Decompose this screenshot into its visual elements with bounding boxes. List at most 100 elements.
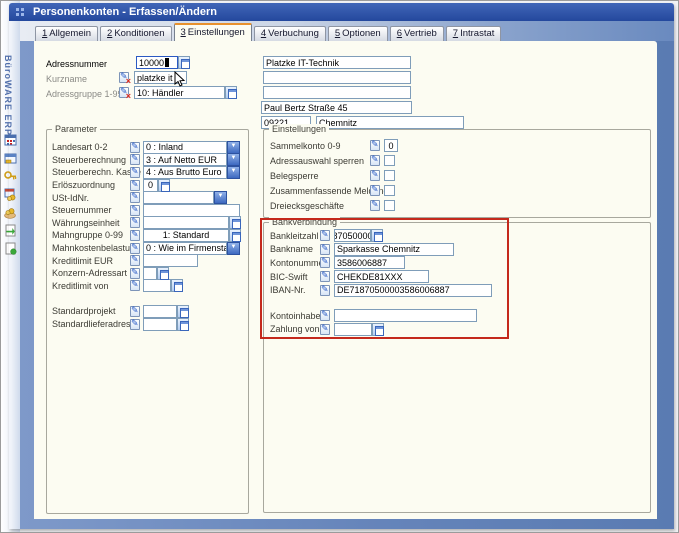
field-edit-icon[interactable] (130, 280, 140, 291)
lookup-button[interactable] (372, 323, 384, 336)
bic-swift-field[interactable]: CHEKDE81XXX (334, 270, 429, 283)
erloeszuordnung-field[interactable]: 0 (143, 179, 170, 192)
konzern-adressart-field[interactable] (143, 267, 169, 280)
dropdown-arrow-icon[interactable] (227, 141, 240, 154)
form-row: Steuerberechnung3 : Auf Netto EUR (47, 154, 248, 167)
field-edit-icon[interactable] (320, 230, 330, 241)
tab-verbuchung[interactable]: 4Verbuchung (254, 26, 326, 41)
tab-vertrieb[interactable]: 6Vertrieb (390, 26, 444, 41)
window-frame: 1Allgemein 2Konditionen 3Einstellungen 4… (20, 21, 674, 529)
field-edit-icon[interactable] (320, 271, 330, 282)
bankname-field[interactable]: Sparkasse Chemnitz (334, 243, 454, 256)
field-edit-icon[interactable] (130, 306, 140, 317)
form-row: Steuerberechn. Kasse4 : Aus Brutto Euro (47, 166, 248, 179)
field-edit-icon[interactable] (370, 155, 380, 166)
steuernummer-field[interactable] (143, 204, 240, 217)
steuerberechnung-dropdown[interactable]: 3 : Auf Netto EUR (143, 153, 240, 166)
sammelkonto-field[interactable]: 0 (384, 139, 398, 152)
zahlung-von-field[interactable] (334, 323, 384, 336)
form-row: Kreditlimit EUR (47, 254, 248, 267)
kreditlimit-eur-field[interactable] (143, 254, 198, 267)
form-row: USt-IdNr. (47, 191, 248, 204)
kreditlimit-von-field[interactable] (143, 279, 183, 292)
form-row: Kontoinhaber (264, 309, 650, 323)
tab-einstellungen[interactable]: 3Einstellungen (174, 23, 252, 41)
kurzname-clear-icon[interactable] (119, 72, 129, 83)
bankleitzahl-field[interactable]: 87050000 (334, 229, 383, 242)
field-edit-icon[interactable] (320, 310, 330, 321)
belegsperre-checkbox[interactable] (384, 170, 395, 181)
adressgruppe-lookup-button[interactable] (225, 86, 237, 99)
adressnummer-lookup-button[interactable] (178, 56, 190, 69)
field-edit-icon[interactable] (320, 244, 330, 255)
field-edit-icon[interactable] (370, 170, 380, 181)
city-field[interactable]: Chemnitz (316, 116, 464, 129)
tab-optionen[interactable]: 5Optionen (328, 26, 388, 41)
standardprojekt-field[interactable] (143, 305, 189, 318)
field-edit-icon[interactable] (130, 230, 140, 241)
field-edit-icon[interactable] (130, 142, 140, 153)
adressgruppe-clear-icon[interactable] (119, 87, 129, 98)
tab-konditionen[interactable]: 2Konditionen (100, 26, 171, 41)
form-row: Mahngruppe 0-991: Standard (47, 229, 248, 242)
dropdown-arrow-icon[interactable] (227, 153, 240, 166)
field-edit-icon[interactable] (320, 257, 330, 268)
form-row: Zahlung von (264, 323, 650, 337)
lookup-button[interactable] (177, 305, 189, 318)
name3-field[interactable] (263, 86, 411, 99)
lookup-button[interactable] (371, 229, 383, 242)
adressnummer-field[interactable]: 10000 (136, 56, 190, 69)
kontonummer-field[interactable]: 3586006887 (334, 256, 405, 269)
street-field[interactable]: Paul Bertz Straße 45 (261, 101, 412, 114)
lookup-button[interactable] (177, 318, 189, 331)
standardlieferadresse-field[interactable] (143, 318, 189, 331)
ust-idnr-dropdown[interactable] (143, 191, 227, 204)
mahnkostenbelastung-dropdown[interactable]: 0 : Wie im Firmenstamm eing (143, 242, 240, 255)
form-row: Zusammenfassende Meldung (264, 183, 650, 198)
field-edit-icon[interactable] (130, 205, 140, 216)
lookup-button[interactable] (229, 216, 241, 229)
field-edit-icon[interactable] (130, 180, 140, 191)
name1-field[interactable]: Platzke IT-Technik (263, 56, 411, 69)
kontoinhaber-field[interactable] (334, 309, 477, 322)
form-row: Konzern-Adressart (47, 267, 248, 280)
steuerberechn-kasse-dropdown[interactable]: 4 : Aus Brutto Euro (143, 166, 240, 179)
field-edit-icon[interactable] (370, 140, 380, 151)
kurzname-field[interactable]: platzke it (134, 71, 187, 84)
field-edit-icon[interactable] (130, 192, 140, 203)
adressauswahl-sperren-checkbox[interactable] (384, 155, 395, 166)
application-screen: BüroWARE ERP Personenkonten - Erfassen/Ä… (0, 0, 679, 533)
text-cursor (165, 58, 169, 67)
tab-intrastat[interactable]: 7Intrastat (446, 26, 502, 41)
landesart-dropdown[interactable]: 0 : Inland (143, 141, 240, 154)
name2-field[interactable] (263, 71, 411, 84)
field-edit-icon[interactable] (130, 217, 140, 228)
lookup-button[interactable] (157, 267, 169, 280)
form-row: Landesart 0-20 : Inland (47, 141, 248, 154)
field-edit-icon[interactable] (130, 243, 140, 254)
form-row: Steuernummer (47, 204, 248, 217)
field-edit-icon[interactable] (130, 268, 140, 279)
dropdown-arrow-icon[interactable] (214, 191, 227, 204)
iban-field[interactable]: DE71870500003586006887 (334, 284, 492, 297)
lookup-button[interactable] (229, 229, 241, 242)
field-edit-icon[interactable] (130, 255, 140, 266)
adressgruppe-field[interactable]: 10: Händler (134, 86, 237, 99)
kurzname-label: Kurzname (46, 74, 87, 84)
zusammenfassende-meldung-checkbox[interactable] (384, 185, 395, 196)
field-edit-icon[interactable] (130, 319, 140, 330)
dreiecksgeschaefte-checkbox[interactable] (384, 200, 395, 211)
field-edit-icon[interactable] (130, 167, 140, 178)
tab-allgemein[interactable]: 1Allgemein (35, 26, 98, 41)
field-edit-icon[interactable] (320, 324, 330, 335)
waehrungseinheit-field[interactable] (143, 216, 241, 229)
lookup-button[interactable] (158, 179, 170, 192)
field-edit-icon[interactable] (130, 154, 140, 165)
field-edit-icon[interactable] (370, 185, 380, 196)
field-edit-icon[interactable] (370, 200, 380, 211)
field-edit-icon[interactable] (320, 285, 330, 296)
dropdown-arrow-icon[interactable] (227, 242, 240, 255)
mahngruppe-field[interactable]: 1: Standard (143, 229, 241, 242)
dropdown-arrow-icon[interactable] (227, 166, 240, 179)
lookup-button[interactable] (171, 279, 183, 292)
